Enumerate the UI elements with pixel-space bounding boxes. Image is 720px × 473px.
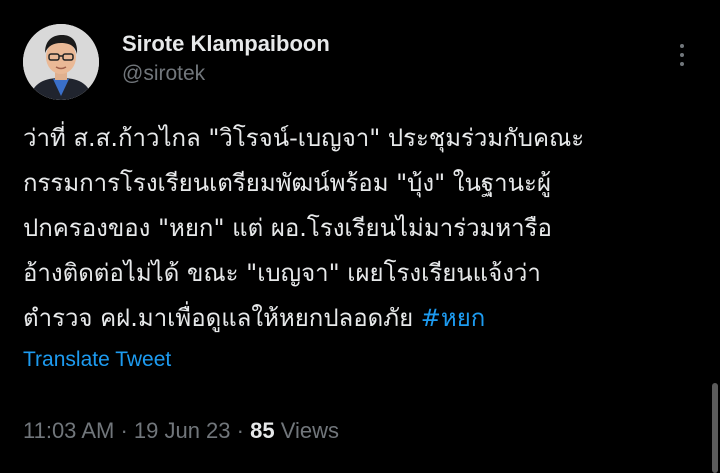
avatar[interactable] (23, 24, 99, 100)
tweet-text-line: ตำรวจ คฝ.มาเพื่อดูแลให้หยกปลอดภัย (23, 304, 421, 332)
tweet-container: Sirote Klampaiboon @sirotek ว่าที่ ส.ส.ก… (0, 0, 720, 473)
more-horizontal-icon[interactable] (670, 40, 694, 70)
author-display-name[interactable]: Sirote Klampaiboon (122, 31, 330, 57)
views-count[interactable]: 85 (250, 418, 274, 443)
tweet-text-line: อ้างติดต่อไม่ได้ ขณะ "เบญจา" เผยโรงเรียน… (23, 259, 541, 287)
meta-separator: · (114, 418, 134, 443)
tweet-text-last-line: ตำรวจ คฝ.มาเพื่อดูแลให้หยกปลอดภัย #หยก (23, 296, 703, 341)
views-label[interactable]: Views (275, 418, 339, 443)
more-dot (680, 44, 684, 48)
tweet-date[interactable]: 19 Jun 23 (134, 418, 231, 443)
hashtag-link[interactable]: #หยก (421, 304, 486, 332)
more-dot (680, 53, 684, 57)
tweet-text-line: กรรมการโรงเรียนเตรียมพัฒน์พร้อม "บุ้ง" ใ… (23, 169, 551, 197)
more-dot (680, 62, 684, 66)
tweet-text-line: ปกครองของ "หยก" แต่ ผอ.โรงเรียนไม่มาร่วม… (23, 214, 552, 242)
tweet-time[interactable]: 11:03 AM (23, 418, 114, 443)
meta-separator: · (230, 418, 251, 443)
tweet-meta: 11:03 AM · 19 Jun 23 · 85 Views (23, 418, 339, 444)
scrollbar-thumb[interactable] (712, 383, 718, 473)
tweet-text: ว่าที่ ส.ส.ก้าวไกล "วิโรจน์-เบญจา" ประชุ… (23, 116, 703, 341)
tweet-text-line: ว่าที่ ส.ส.ก้าวไกล "วิโรจน์-เบญจา" ประชุ… (23, 124, 585, 152)
translate-tweet-link[interactable]: Translate Tweet (23, 348, 171, 372)
avatar-photo (23, 24, 99, 100)
author-handle[interactable]: @sirotek (122, 62, 205, 86)
